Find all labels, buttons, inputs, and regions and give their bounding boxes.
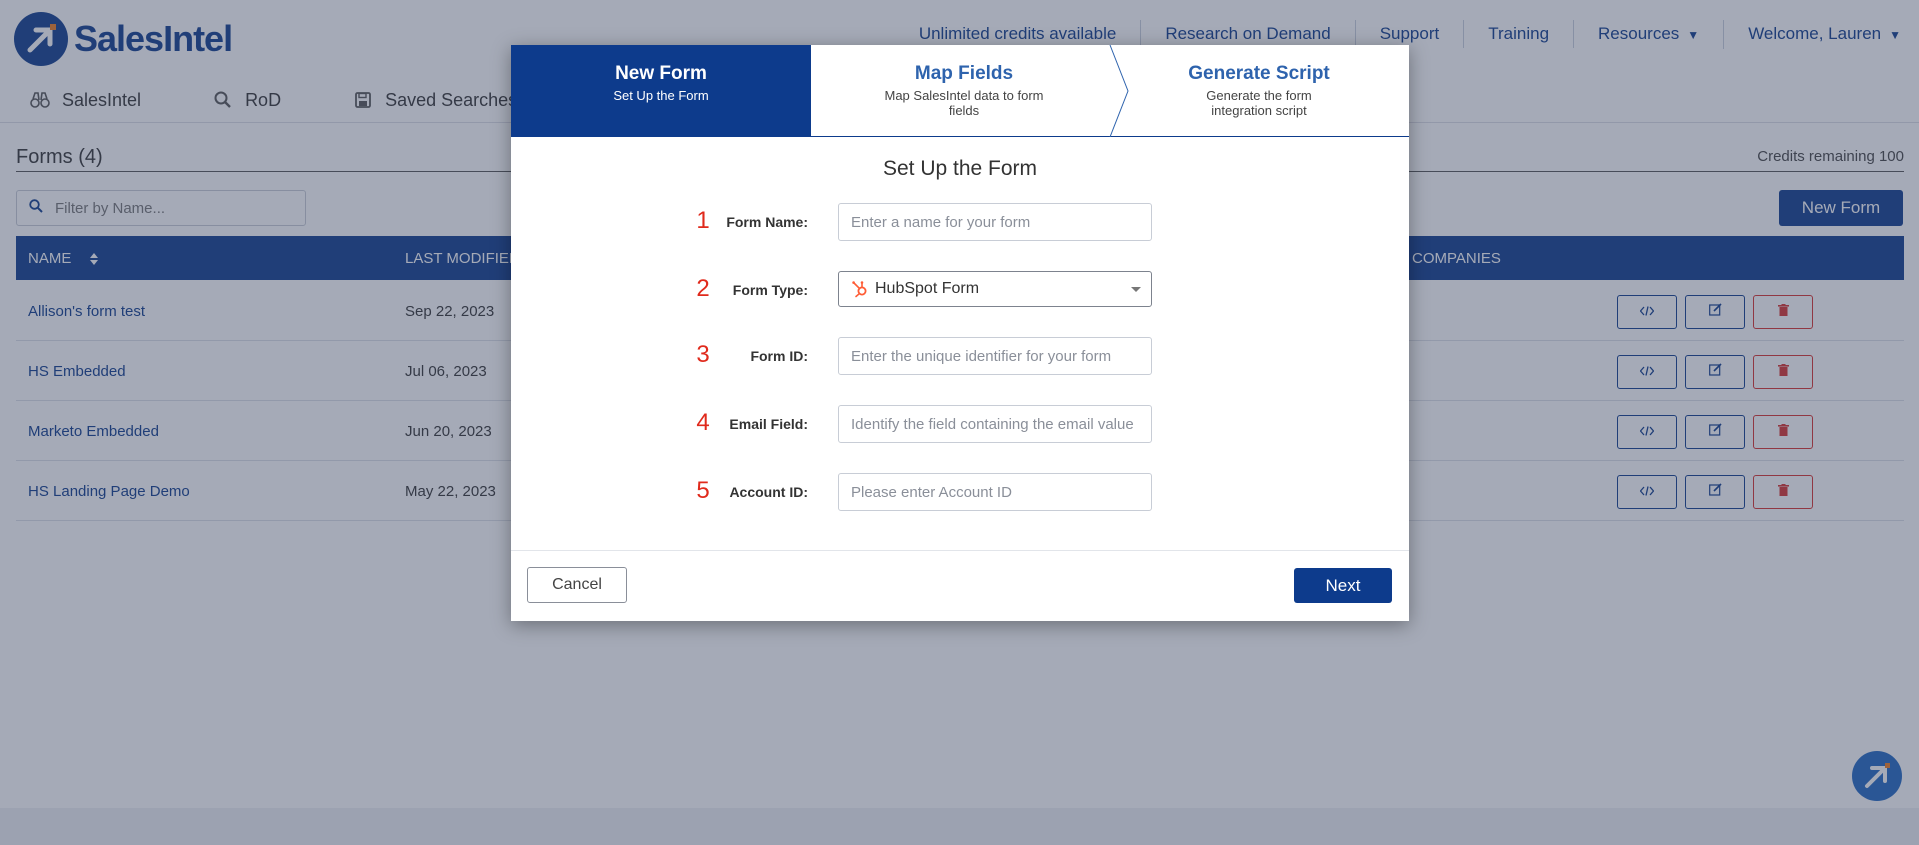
form-id-label: Form ID:	[750, 348, 808, 364]
form-id-input[interactable]	[838, 337, 1152, 375]
dialog-title: Set Up the Form	[882, 157, 1038, 180]
email-field-row: 4 Email Field:	[511, 405, 1409, 443]
wizard-steps: New Form Set Up the Form Map Fields Map …	[511, 45, 1409, 137]
email-field-input[interactable]	[838, 405, 1152, 443]
step-separator	[1109, 45, 1129, 137]
email-field-label: Email Field:	[729, 416, 808, 432]
account-id-label: Account ID:	[729, 484, 808, 500]
form-name-label: Form Name:	[726, 214, 808, 230]
cancel-button[interactable]: Cancel	[527, 567, 627, 603]
next-button[interactable]: Next	[1294, 568, 1392, 603]
new-form-dialog: New Form Set Up the Form Map Fields Map …	[511, 45, 1409, 621]
account-id-row: 5 Account ID:	[511, 473, 1409, 511]
account-id-input[interactable]	[838, 473, 1152, 511]
caret-down-icon	[1131, 287, 1141, 292]
form-type-row: 2 Form Type: HubSpot Form	[511, 271, 1409, 309]
form-type-select[interactable]: HubSpot Form	[838, 271, 1152, 307]
form-type-value: HubSpot Form	[875, 280, 980, 297]
form-id-row: 3 Form ID:	[511, 337, 1409, 375]
hubspot-icon	[851, 280, 869, 298]
form-name-input[interactable]	[838, 203, 1152, 241]
form-type-label: Form Type:	[732, 282, 808, 298]
divider	[511, 550, 1409, 551]
form-name-row: 1 Form Name:	[511, 203, 1409, 241]
